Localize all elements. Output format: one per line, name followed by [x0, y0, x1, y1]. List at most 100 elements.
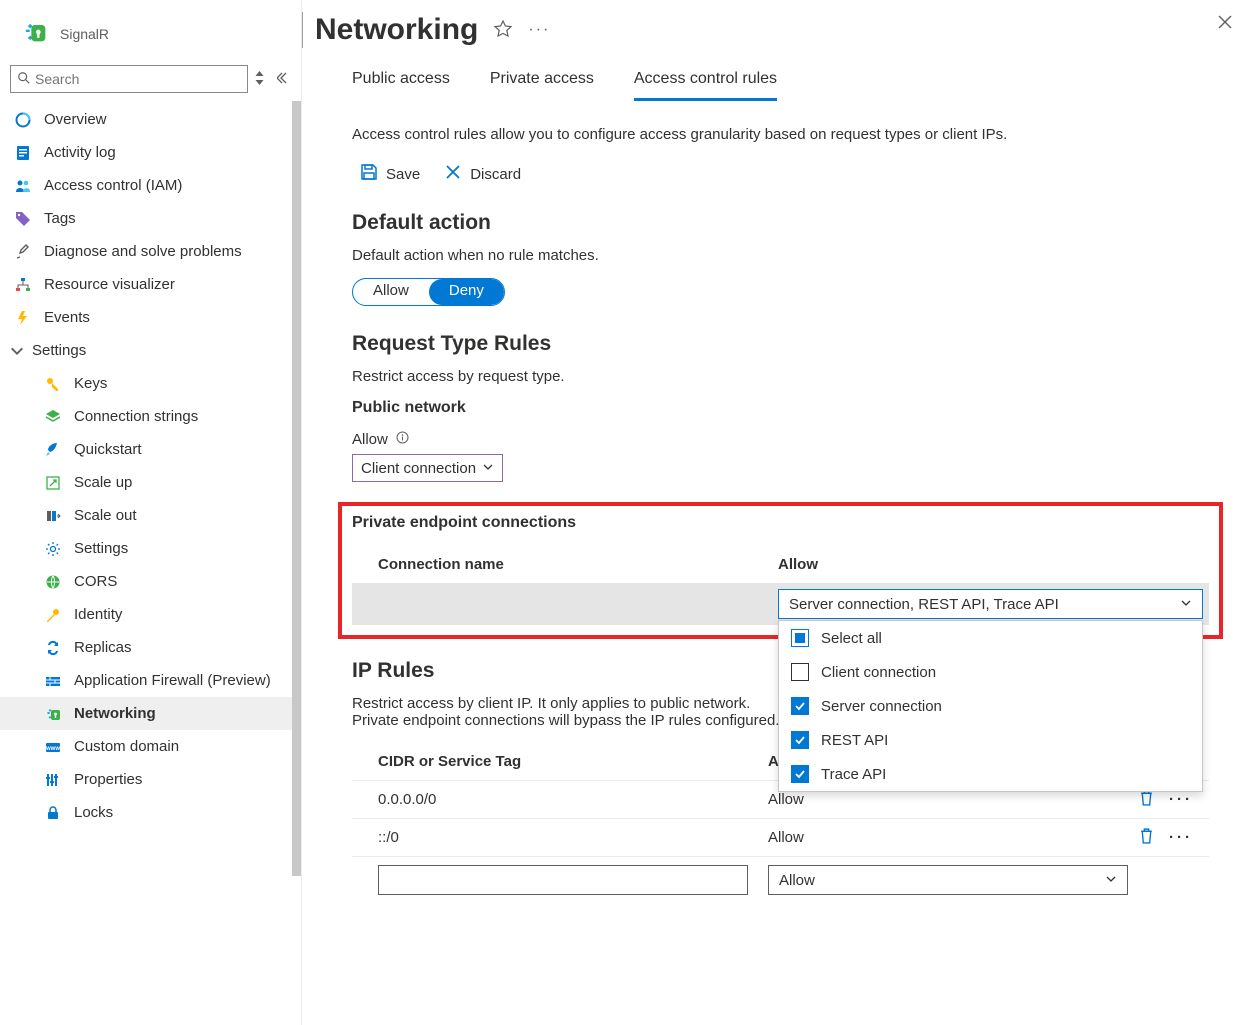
custom-domain-icon: www: [44, 739, 62, 755]
nav-connection-strings[interactable]: Connection strings: [0, 400, 301, 433]
nav-properties[interactable]: Properties: [0, 763, 301, 796]
checkbox-unchecked-icon: [791, 663, 809, 681]
tab-private-access[interactable]: Private access: [490, 70, 594, 101]
sort-icon[interactable]: [254, 71, 265, 88]
activity-log-icon: [14, 145, 32, 161]
nav-custom-domain[interactable]: wwwCustom domain: [0, 730, 301, 763]
nav-cors[interactable]: CORS: [0, 565, 301, 598]
dd-option-rest-api[interactable]: REST API: [779, 723, 1202, 757]
dd-option-select-all[interactable]: Select all: [779, 621, 1202, 655]
nav-app-firewall[interactable]: Application Firewall (Preview): [0, 664, 301, 697]
description: Access control rules allow you to config…: [352, 126, 1209, 143]
nav-resource-visualizer[interactable]: Resource visualizer: [0, 268, 301, 301]
sidebar: SignalR Overview Activity log Access con…: [0, 0, 302, 1025]
nav-access-control[interactable]: Access control (IAM): [0, 169, 301, 202]
properties-icon: [44, 772, 62, 788]
info-icon[interactable]: [396, 431, 409, 448]
nav-events[interactable]: Events: [0, 301, 301, 334]
col-cidr: CIDR or Service Tag: [378, 753, 768, 770]
close-icon[interactable]: [1217, 14, 1233, 33]
nav-keys[interactable]: Keys: [0, 367, 301, 400]
nav-replicas[interactable]: Replicas: [0, 631, 301, 664]
nav-quickstart[interactable]: Quickstart: [0, 433, 301, 466]
overview-icon: [14, 112, 32, 128]
pec-connection-name: [378, 590, 778, 618]
dd-option-trace-api[interactable]: Trace API: [779, 757, 1202, 791]
nav-identity[interactable]: Identity: [0, 598, 301, 631]
toolbar: Save Discard: [352, 163, 1209, 185]
tab-public-access[interactable]: Public access: [352, 70, 450, 101]
main: Networking ··· Public access Private acc…: [302, 0, 1242, 1025]
more-icon[interactable]: ···: [1169, 791, 1193, 808]
favorite-icon[interactable]: [494, 20, 512, 41]
content: Public access Private access Access cont…: [302, 56, 1242, 903]
discard-button[interactable]: Discard: [444, 163, 521, 185]
ip-cidr: 0.0.0.0/0: [378, 791, 768, 808]
connection-strings-icon: [44, 409, 62, 425]
chevron-down-icon: [1180, 596, 1192, 613]
delete-icon[interactable]: [1138, 827, 1155, 848]
search-input[interactable]: [31, 71, 241, 87]
service-label: SignalR: [60, 26, 109, 42]
tab-access-control-rules[interactable]: Access control rules: [634, 70, 777, 101]
events-icon: [14, 310, 32, 326]
pec-allow-dropdown[interactable]: Server connection, REST API, Trace API S…: [778, 589, 1203, 619]
page-header: Networking ···: [302, 0, 1242, 56]
toggle-deny[interactable]: Deny: [429, 279, 504, 305]
nav-scale-up[interactable]: Scale up: [0, 466, 301, 499]
nav-networking[interactable]: Networking: [0, 697, 301, 730]
search-row: [0, 59, 301, 101]
visualizer-icon: [14, 277, 32, 293]
nav-locks[interactable]: Locks: [0, 796, 301, 829]
search-box[interactable]: [10, 65, 248, 93]
quickstart-icon: [44, 442, 62, 458]
request-rules-heading: Request Type Rules: [352, 332, 1209, 356]
ip-row-new: Allow: [352, 856, 1209, 903]
more-icon[interactable]: ···: [1169, 829, 1193, 846]
cidr-input[interactable]: [378, 865, 748, 895]
firewall-icon: [44, 673, 62, 689]
default-action-toggle[interactable]: Allow Deny: [352, 278, 505, 306]
nav-scale-out[interactable]: Scale out: [0, 499, 301, 532]
sidebar-header: SignalR: [0, 0, 301, 59]
allow-label: Allow: [352, 431, 388, 448]
dd-option-client-connection[interactable]: Client connection: [779, 655, 1202, 689]
more-icon[interactable]: ···: [528, 21, 550, 39]
public-allow-select[interactable]: Client connection: [352, 454, 503, 482]
discard-icon: [444, 163, 462, 185]
checkbox-checked-icon: [791, 731, 809, 749]
sidebar-scrollbar[interactable]: [292, 101, 301, 876]
ip-cidr: ::/0: [378, 829, 768, 846]
nav-activity-log[interactable]: Activity log: [0, 136, 301, 169]
checkbox-checked-icon: [791, 697, 809, 715]
toggle-allow[interactable]: Allow: [353, 279, 429, 305]
networking-icon: [44, 706, 62, 722]
signalr-icon: [22, 18, 50, 49]
header-divider: [302, 12, 303, 48]
nav-settings-group[interactable]: Settings: [0, 334, 301, 367]
save-button[interactable]: Save: [360, 163, 420, 185]
request-rules-sub: Restrict access by request type.: [352, 368, 1209, 385]
ip-row: ::/0 Allow ···: [352, 818, 1209, 856]
nav-settings-item[interactable]: Settings: [0, 532, 301, 565]
ip-rules-sub: Restrict access by client IP. It only ap…: [352, 695, 782, 729]
chevron-down-icon: [482, 460, 494, 477]
nav-diagnose[interactable]: Diagnose and solve problems: [0, 235, 301, 268]
action-select[interactable]: Allow: [768, 865, 1128, 895]
nav-tags[interactable]: Tags: [0, 202, 301, 235]
pec-col-allow: Allow: [778, 556, 818, 573]
keys-icon: [44, 376, 62, 392]
replicas-icon: [44, 640, 62, 656]
delete-icon[interactable]: [1138, 789, 1155, 810]
default-action-sub: Default action when no rule matches.: [352, 247, 1209, 264]
save-icon: [360, 163, 378, 185]
nav-overview[interactable]: Overview: [0, 103, 301, 136]
dropdown-field[interactable]: Server connection, REST API, Trace API: [778, 589, 1203, 619]
dd-option-server-connection[interactable]: Server connection: [779, 689, 1202, 723]
pec-columns: Connection name Allow: [352, 556, 1209, 583]
chevron-down-icon: [8, 343, 26, 359]
nav-list: Overview Activity log Access control (IA…: [0, 101, 301, 831]
svg-text:www: www: [45, 746, 60, 752]
collapse-sidebar-icon[interactable]: [271, 71, 291, 88]
private-endpoint-highlight: Private endpoint connections Connection …: [338, 502, 1223, 639]
